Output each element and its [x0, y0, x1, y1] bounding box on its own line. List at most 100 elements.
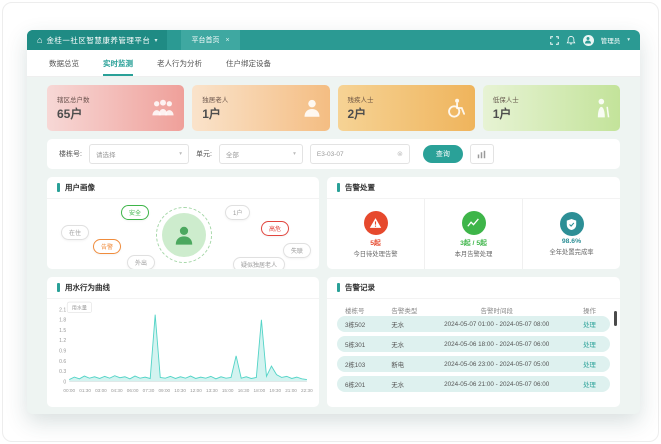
table-cell: 2024-05-07 01:00 - 2024-05-07 08:00 [424, 321, 569, 328]
device-select[interactable]: E3-03-07 ⊗ [310, 144, 410, 164]
table-cell: 2024-05-06 23:00 - 2024-05-07 05:00 [424, 361, 569, 368]
stat-card-4: 低保人士1户 [483, 85, 620, 131]
alert-handling-panel: 告警处置 5起今日待处理告警3起 / 5起本月告警处理98.6%全年处置完成率 [327, 177, 620, 269]
water-usage-panel: 用水行为曲线 00.30.60.91.21.51.82.100:0001:300… [47, 277, 319, 407]
water-usage-chart: 00.30.60.91.21.51.82.100:0001:3003:0004:… [47, 299, 319, 407]
svg-text:19:30: 19:30 [269, 388, 281, 394]
svg-text:01:30: 01:30 [79, 388, 91, 394]
unit-label: 单元: [196, 149, 212, 159]
panel-header: 告警记录 [327, 277, 620, 299]
app-logo-icon: ⌂ [37, 36, 42, 45]
svg-text:04:30: 04:30 [111, 388, 123, 394]
portrait-tag-1[interactable]: 在住 [61, 225, 89, 240]
alert-panel-title: 告警处置 [345, 182, 375, 193]
svg-text:15:00: 15:00 [222, 388, 234, 394]
nav-tabs: 数据总览实时监测老人行为分析住户绑定设备 [27, 50, 640, 77]
trend-icon [462, 211, 486, 235]
table-cell: 无水 [383, 340, 424, 349]
table-row[interactable]: 5栋301无水2024-05-06 18:00 - 2024-05-07 06:… [337, 336, 610, 352]
user-avatar[interactable] [583, 35, 594, 46]
svg-text:21:00: 21:00 [285, 388, 297, 394]
filter-bar: 楼栋号: 请选择 ▾ 单元: 全部 ▾ E3-03-07 ⊗ 查询 [47, 139, 620, 169]
nav-tab-4[interactable]: 住户绑定设备 [226, 50, 271, 76]
table-column-header: 操作 [569, 305, 610, 315]
stat-card-3: 残疾人士2户 [338, 85, 475, 131]
row-action-link[interactable]: 处理 [569, 360, 610, 369]
nav-tab-1[interactable]: 数据总览 [49, 50, 79, 76]
table-row[interactable]: 6栋201无水2024-05-06 21:00 - 2024-05-07 06:… [337, 376, 610, 392]
alert-triangle-icon [364, 211, 388, 235]
device-select-value: E3-03-07 [317, 151, 344, 158]
panels-row-2: 用水行为曲线 00.30.60.91.21.51.82.100:0001:300… [47, 277, 620, 407]
table-panel-title: 告警记录 [345, 282, 375, 293]
alert-stat-1: 5起今日待处理告警 [327, 199, 424, 269]
tab-close-icon[interactable]: × [225, 37, 229, 44]
water-usage-chart-svg: 00.30.60.91.21.51.82.100:0001:3003:0004:… [53, 301, 313, 407]
portrait-tag-2[interactable]: 安全 [121, 205, 149, 220]
unit-select[interactable]: 全部 ▾ [219, 144, 303, 164]
nav-tab-2[interactable]: 实时监测 [103, 50, 133, 76]
title-caret-icon[interactable]: ▾ [154, 37, 157, 44]
panels-row-1: 用户画像 在住 安全告警外出 1户高危失联疑似独居老人 告警处置 5起今日待处理告警… [47, 177, 620, 269]
avatar[interactable] [162, 213, 206, 257]
alert-records-table: 楼栋号告警类型告警时间段操作 3栋502无水2024-05-07 01:00 -… [327, 299, 620, 392]
chevron-down-icon: ▾ [179, 151, 182, 157]
search-button[interactable]: 查询 [423, 145, 463, 163]
table-row[interactable]: 2栋103断电2024-05-06 23:00 - 2024-05-07 05:… [337, 356, 610, 372]
table-column-header: 告警时间段 [424, 305, 569, 315]
export-report-button[interactable] [470, 144, 494, 164]
panel-header: 用水行为曲线 [47, 277, 319, 299]
svg-text:00:00: 00:00 [63, 388, 75, 394]
alert-stats: 5起今日待处理告警3起 / 5起本月告警处理98.6%全年处置完成率 [327, 199, 620, 269]
svg-text:10:30: 10:30 [174, 388, 186, 394]
clear-icon[interactable]: ⊗ [397, 150, 403, 158]
portrait-tag-7[interactable]: 失联 [283, 243, 311, 258]
table-cell: 5栋301 [337, 340, 383, 349]
table-cell: 2栋103 [337, 360, 383, 369]
svg-text:13:30: 13:30 [206, 388, 218, 394]
portrait-tag-4[interactable]: 外出 [127, 255, 155, 269]
table-cell: 无水 [383, 320, 424, 329]
table-scrollbar[interactable] [614, 311, 617, 326]
row-action-link[interactable]: 处理 [569, 340, 610, 349]
alert-stat-value: 5起 [370, 237, 381, 247]
row-action-link[interactable]: 处理 [569, 320, 610, 329]
table-cell: 断电 [383, 360, 424, 369]
portrait-tag-6[interactable]: 高危 [261, 221, 289, 236]
content-area: 辖区总户数65户独居老人1户残疾人士2户低保人士1户 楼栋号: 请选择 ▾ 单元… [27, 77, 640, 414]
stat-card-1: 辖区总户数65户 [47, 85, 184, 131]
table-row[interactable]: 3栋502无水2024-05-07 01:00 - 2024-05-07 08:… [337, 316, 610, 332]
tab-home[interactable]: 平台首页 × [181, 30, 239, 50]
building-select[interactable]: 请选择 ▾ [89, 144, 189, 164]
portrait-tag-3[interactable]: 告警 [93, 239, 121, 254]
stat-cards-row: 辖区总户数65户独居老人1户残疾人士2户低保人士1户 [47, 85, 620, 131]
panel-header: 告警处置 [327, 177, 620, 199]
chevron-down-icon: ▾ [293, 151, 296, 157]
unit-select-value: 全部 [226, 149, 239, 159]
portrait-tag-5[interactable]: 1户 [225, 205, 250, 220]
table-header-row: 楼栋号告警类型告警时间段操作 [337, 303, 610, 316]
table-cell: 2024-05-06 21:00 - 2024-05-07 06:00 [424, 381, 569, 388]
svg-text:12:00: 12:00 [190, 388, 202, 394]
user-name[interactable]: 管理员 [601, 35, 621, 45]
row-action-link[interactable]: 处理 [569, 380, 610, 389]
table-cell: 无水 [383, 380, 424, 389]
svg-text:1.2: 1.2 [59, 338, 66, 344]
svg-text:22:30: 22:30 [301, 388, 313, 394]
table-cell: 3栋502 [337, 320, 383, 329]
portrait-tag-8[interactable]: 疑似独居老人 [233, 257, 285, 269]
nav-tab-3[interactable]: 老人行为分析 [157, 50, 202, 76]
app-window: ⌂ 金桂一社区智慧康养管理平台 ▾ 平台首页 × 管理员 ▾ 数据总览实时监测老… [27, 30, 640, 414]
fullscreen-icon[interactable] [550, 36, 559, 45]
table-column-header: 告警类型 [383, 305, 424, 315]
svg-text:0.6: 0.6 [59, 359, 66, 365]
svg-text:0.3: 0.3 [59, 369, 66, 375]
panel-header: 用户画像 [47, 177, 319, 199]
svg-text:07:30: 07:30 [143, 388, 155, 394]
shield-check-icon [560, 212, 584, 236]
user-caret-icon[interactable]: ▾ [627, 37, 630, 43]
alert-stat-label: 今日待处理告警 [353, 249, 397, 258]
alert-stat-3: 98.6%全年处置完成率 [522, 199, 620, 269]
table-cell: 2024-05-06 18:00 - 2024-05-07 06:00 [424, 341, 569, 348]
bell-icon[interactable] [566, 35, 576, 45]
